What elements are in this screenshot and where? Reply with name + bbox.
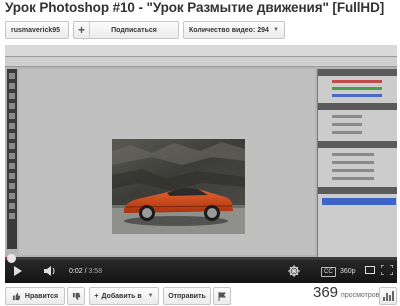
time-display: 0:02 / 3:58 <box>69 268 103 275</box>
selected-layer <box>322 198 396 205</box>
add-to-button[interactable]: + Добавить в ▼ <box>89 287 159 305</box>
video-player[interactable]: 0:02 / 3:58 CC 360p <box>5 45 397 283</box>
video-count-label: Количество видео: 294 <box>189 26 269 34</box>
app-menubar <box>5 45 397 57</box>
like-label: Нравится <box>24 292 59 300</box>
video-count-button[interactable]: Количество видео: 294 ▼ <box>183 21 285 39</box>
current-time: 0:02 <box>69 268 83 275</box>
car-photo <box>112 139 245 234</box>
add-to-label: Добавить в <box>101 292 142 300</box>
scrubber-handle[interactable] <box>7 254 16 263</box>
video-frame <box>5 45 397 257</box>
caret-down-icon: ▼ <box>273 27 279 33</box>
app-canvas-area <box>19 69 315 255</box>
app-toolbox <box>7 69 17 249</box>
stats-button[interactable] <box>379 287 397 305</box>
dislike-button[interactable] <box>67 287 85 305</box>
view-count: 369 просмотров <box>313 284 379 301</box>
progress-bar[interactable] <box>5 254 397 263</box>
annotations-icon[interactable] <box>288 265 300 279</box>
channel-name-button[interactable]: rusmaverick95 <box>5 21 69 39</box>
app-panels <box>317 69 397 257</box>
cc-button[interactable]: CC <box>321 267 336 277</box>
thumbs-up-icon <box>12 292 21 300</box>
duration: 3:58 <box>88 268 103 275</box>
plus-icon: + <box>94 292 99 300</box>
expand-icon[interactable] <box>365 266 375 276</box>
volume-icon[interactable] <box>43 265 57 279</box>
subscribe-button[interactable]: + Подписаться <box>73 21 179 39</box>
subscribe-label: Подписаться <box>111 26 157 34</box>
app-options-bar <box>5 57 397 67</box>
fullscreen-icon[interactable] <box>380 264 394 277</box>
views-number: 369 <box>313 284 339 301</box>
share-button[interactable]: Отправить <box>163 287 211 305</box>
channel-row: rusmaverick95 + Подписаться Количество в… <box>5 21 285 41</box>
caret-down-icon: ▼ <box>147 293 154 299</box>
thumbs-down-icon <box>72 292 80 300</box>
flag-icon <box>218 291 226 301</box>
action-row: Нравится + Добавить в ▼ Отправить 369 пр… <box>5 284 397 305</box>
like-button[interactable]: Нравится <box>5 287 65 305</box>
stats-icon <box>382 297 385 301</box>
plus-icon: + <box>74 22 90 38</box>
quality-button[interactable]: 360p <box>340 268 356 275</box>
video-title: Урок Photoshop #10 - "Урок Размытие движ… <box>5 0 385 15</box>
play-icon[interactable] <box>13 265 23 279</box>
flag-button[interactable] <box>213 287 231 305</box>
views-label: просмотров <box>341 292 380 299</box>
player-controls: 0:02 / 3:58 CC 360p <box>5 254 397 283</box>
